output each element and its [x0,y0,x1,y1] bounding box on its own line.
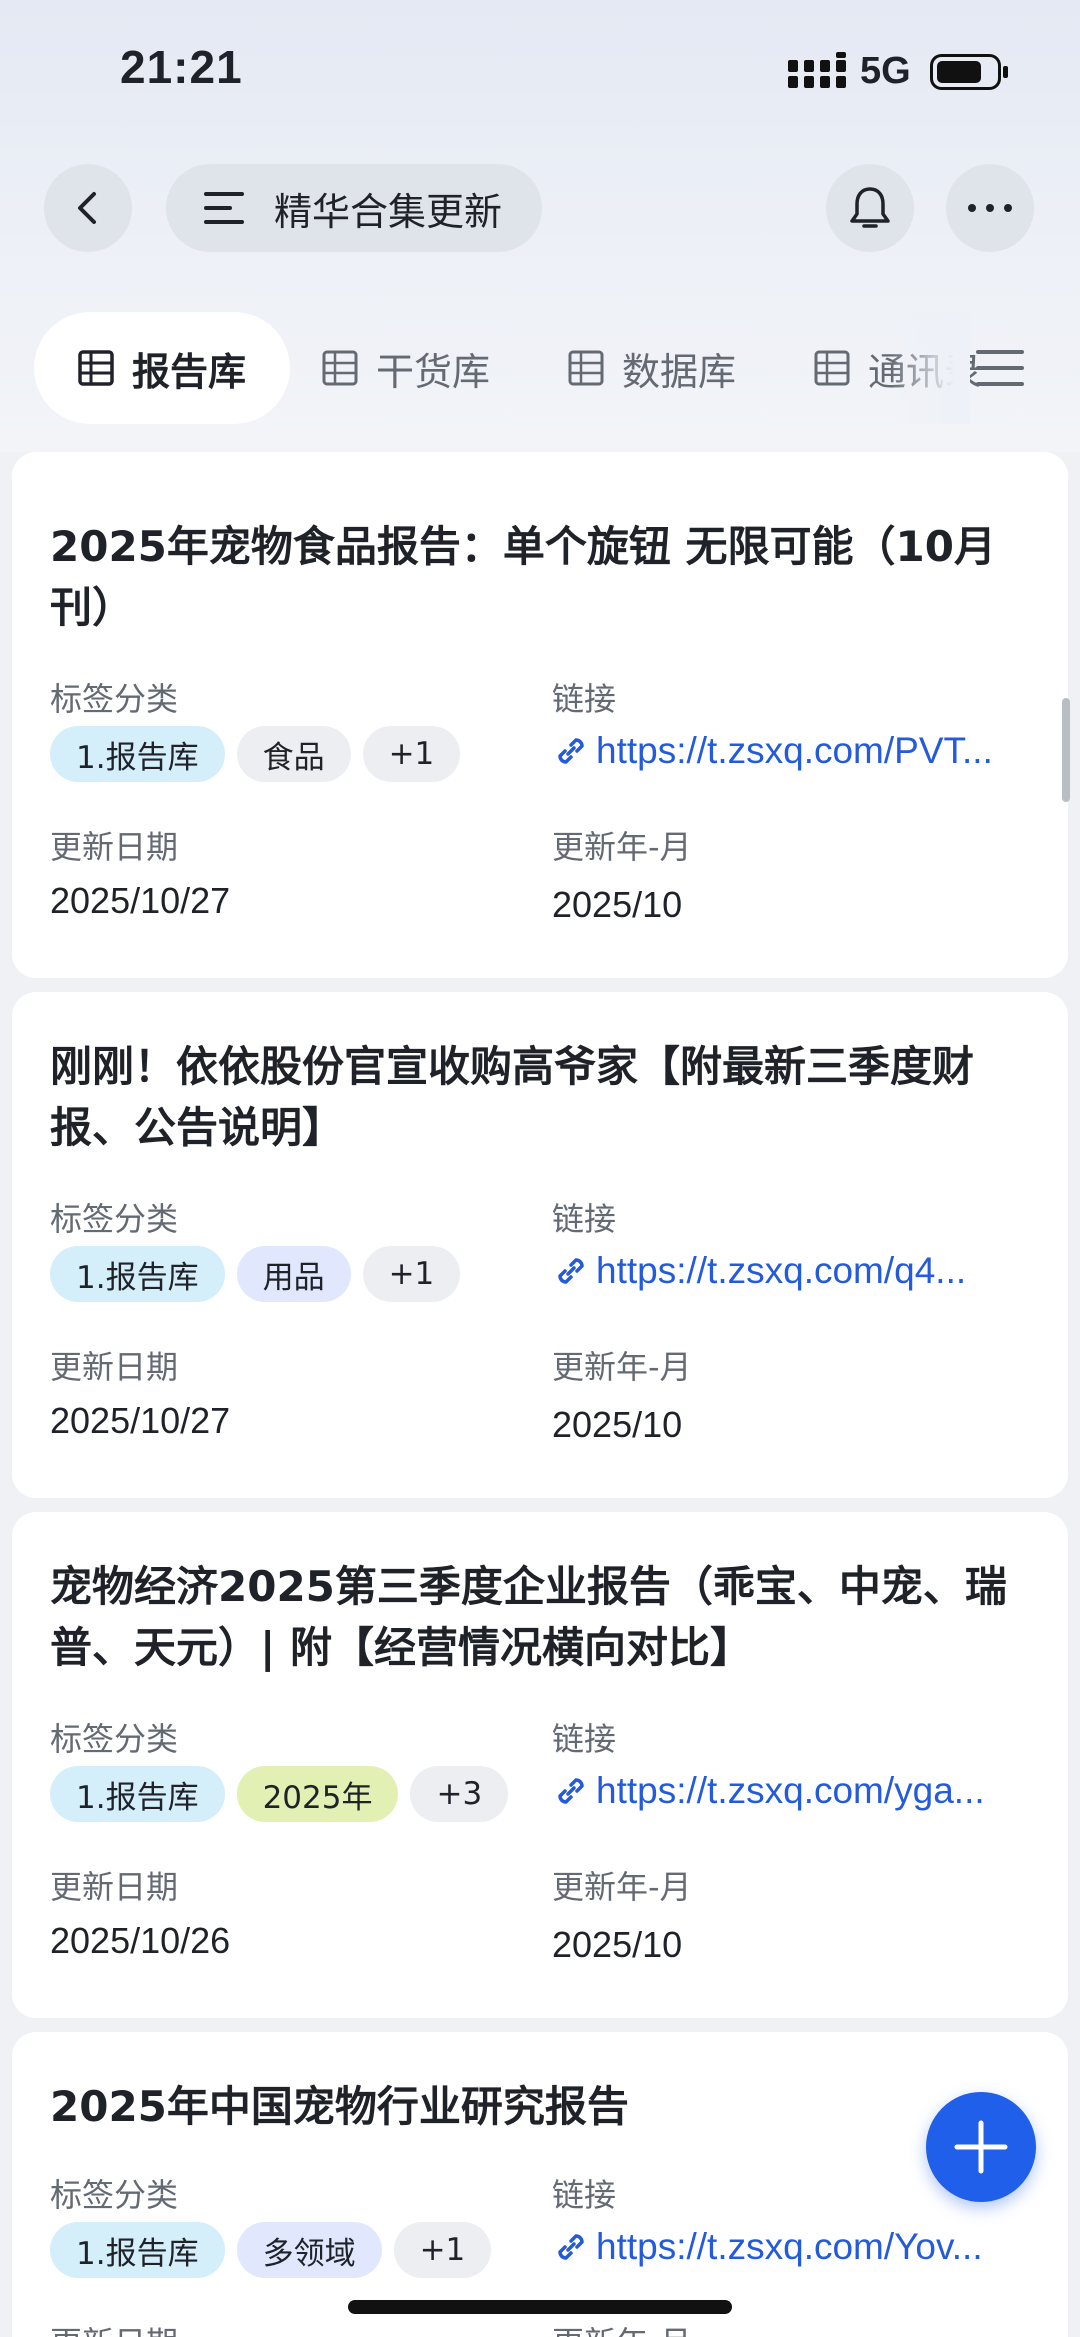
tags-label: 标签分类 [50,1720,179,1758]
add-record-button[interactable] [926,2092,1036,2202]
link-icon [558,2234,584,2260]
record-title: 刚刚！依依股份官宣收购高爷家【附最新三季度财报、公告说明】 [50,1042,975,1152]
update-month-label: 更新年-月 [552,1868,692,1906]
notification-button[interactable] [826,164,914,252]
record-link-text: https://t.zsxq.com/yga... [596,1770,985,1811]
view-title-pill[interactable]: 精华合集更新 [166,164,542,252]
bell-icon [850,187,890,228]
grid-table-icon [568,350,604,386]
back-button[interactable] [44,164,132,252]
update-month-label: 更新年-月 [552,828,692,866]
tab-label: 报告库 [131,349,246,394]
tag-more-chip[interactable]: +1 [393,2222,492,2278]
link-label: 链接 [552,1200,617,1238]
tags-label: 标签分类 [50,1200,179,1238]
update-month-label: 更新年-月 [552,2318,692,2337]
record-title: 宠物经济2025第三季度企业报告（乖宝、中宠、瑞普、天元）| 附【经营情况横向对… [50,1562,1007,1672]
update-date-value: 2025/10/27 [50,880,231,921]
tab-fade [890,312,970,424]
record-link[interactable]: https://t.zsxq.com/yga... [552,1770,1052,1812]
scrollbar[interactable] [1062,698,1070,802]
tab-dry-goods[interactable]: 干货库 [322,312,490,424]
home-indicator [348,2300,732,2314]
plus-icon [954,2120,1008,2174]
tag-more-chip[interactable]: +1 [362,726,461,782]
grid-table-icon [322,350,358,386]
record-link[interactable]: https://t.zsxq.com/Yov... [552,2226,1022,2268]
tag-more-chip[interactable]: +3 [410,1766,509,1822]
tag-list: 1.报告库 多领域 +1 [50,2222,492,2278]
more-dots-icon [968,204,1012,212]
record-link-text: https://t.zsxq.com/Yov... [596,2226,983,2267]
record-card[interactable]: 2025年中国宠物行业研究报告 标签分类 链接 1.报告库 多领域 +1 htt… [12,2032,1068,2337]
tag-chip: 1.报告库 [50,1246,225,1302]
tag-chip: 2025年 [236,1766,399,1822]
tag-chip: 多领域 [236,2222,382,2278]
record-title: 2025年中国宠物行业研究报告 [50,2082,629,2131]
update-month-label: 更新年-月 [552,1348,692,1386]
update-date-value: 2025/10/27 [50,1400,231,1441]
tags-label: 标签分类 [50,2176,179,2214]
tab-label: 干货库 [376,349,491,394]
grid-table-icon [78,350,114,386]
signal-icon [788,52,846,88]
tab-label: 数据库 [622,349,737,394]
tag-list: 1.报告库 食品 +1 [50,726,461,782]
link-label: 链接 [552,680,617,718]
tag-chip: 1.报告库 [50,1766,225,1822]
tag-more-chip[interactable]: +1 [362,1246,461,1302]
link-label: 链接 [552,1720,617,1758]
status-time: 21:21 [120,41,243,93]
tag-chip: 用品 [236,1246,351,1302]
tag-list: 1.报告库 2025年 +3 [50,1766,509,1822]
update-month-value: 2025/10 [552,1924,683,1965]
status-bar: 21:21 5G [0,0,1080,140]
page-title: 精华合集更新 [274,189,503,234]
link-label: 链接 [552,2176,617,2214]
list-icon [204,192,244,224]
hamburger-menu-icon[interactable] [974,348,1026,388]
record-link[interactable]: https://t.zsxq.com/q4... [552,1250,1052,1292]
update-date-label: 更新日期 [50,2318,178,2337]
update-month-value: 2025/10 [552,884,683,925]
tag-chip: 1.报告库 [50,2222,225,2278]
record-link[interactable]: https://t.zsxq.com/PVT... [552,730,1052,772]
tags-label: 标签分类 [50,680,179,718]
grid-table-icon [814,350,850,386]
tag-chip: 食品 [236,726,351,782]
tab-reports[interactable]: 报告库 [34,312,290,424]
link-icon [558,1258,584,1284]
more-button[interactable] [946,164,1034,252]
record-link-text: https://t.zsxq.com/PVT... [596,730,993,771]
update-date-value: 2025/10/26 [50,1920,231,1961]
battery-icon [930,54,1008,90]
tab-database[interactable]: 数据库 [568,312,736,424]
record-title: 2025年宠物食品报告：单个旋钮 无限可能（10月刊） [50,522,996,632]
view-tabs: 报告库 干货库 数据库 通讯录 [0,312,1080,424]
record-card[interactable]: 2025年宠物食品报告：单个旋钮 无限可能（10月刊） 标签分类 链接 1.报告… [12,452,1068,978]
update-month-value: 2025/10 [552,1404,683,1445]
network-label: 5G [860,50,911,92]
update-date-label: 更新日期 [50,1868,179,1906]
record-card[interactable]: 刚刚！依依股份官宣收购高爷家【附最新三季度财报、公告说明】 标签分类 链接 1.… [12,992,1068,1498]
tag-list: 1.报告库 用品 +1 [50,1246,461,1302]
tag-chip: 1.报告库 [50,726,225,782]
link-icon [558,738,584,764]
link-icon [558,1778,584,1804]
update-date-label: 更新日期 [50,1348,179,1386]
record-link-text: https://t.zsxq.com/q4... [596,1250,967,1291]
chevron-left-icon [78,192,96,224]
record-card[interactable]: 宠物经济2025第三季度企业报告（乖宝、中宠、瑞普、天元）| 附【经营情况横向对… [12,1512,1068,2018]
update-date-label: 更新日期 [50,828,179,866]
